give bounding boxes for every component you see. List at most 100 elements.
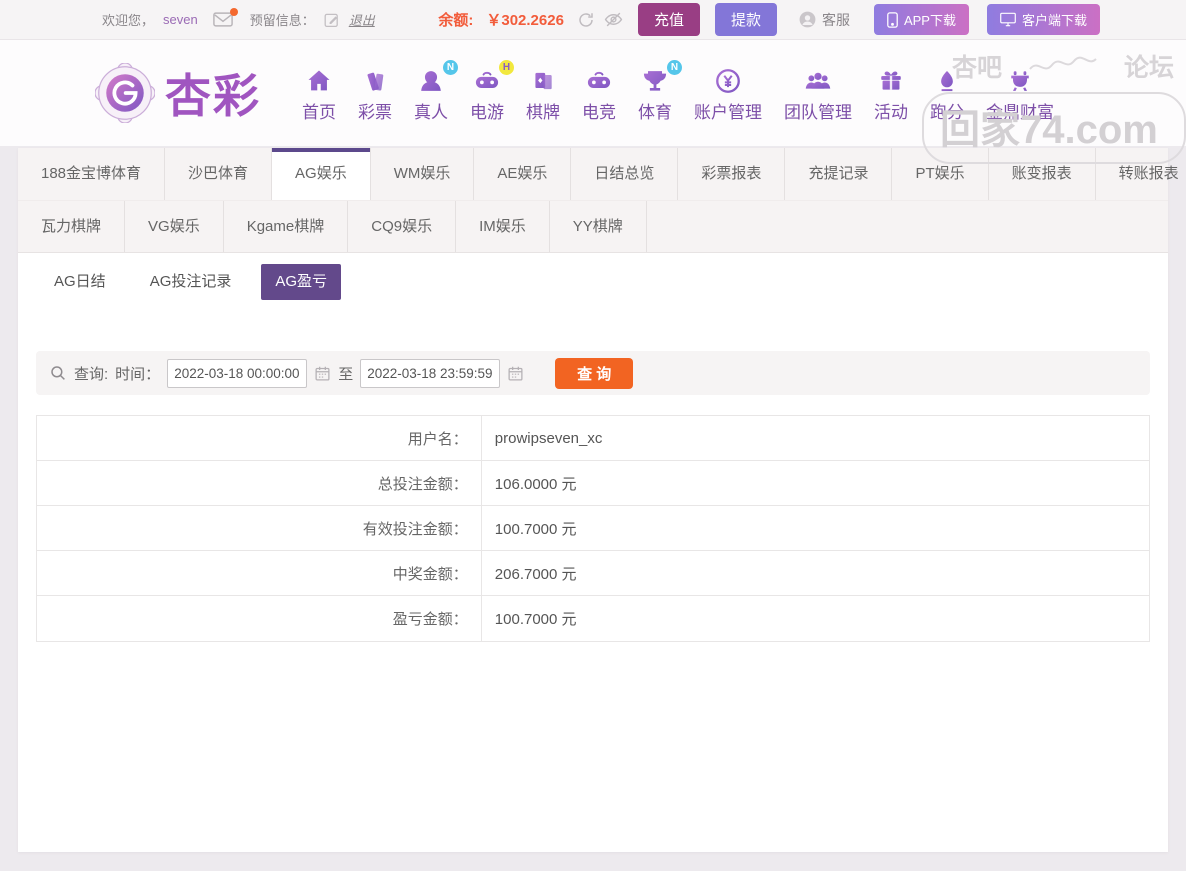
nav-item-promotions[interactable]: 活动	[863, 63, 919, 123]
edit-icon[interactable]	[324, 12, 340, 28]
phone-icon	[887, 11, 898, 28]
logo-text: 杏彩	[165, 70, 261, 122]
table-row-winnings: 中奖金额： 206.7000 元	[37, 551, 1149, 596]
tab-ag-entertainment[interactable]: AG娱乐	[272, 148, 371, 200]
profit-loss-table: 用户名： prowipseven_xc 总投注金额： 106.0000 元 有效…	[36, 415, 1150, 642]
nav-item-lottery[interactable]: 彩票	[347, 63, 403, 123]
tab-wm-entertainment[interactable]: WM娱乐	[371, 148, 475, 200]
tab-kgame-boardgames[interactable]: Kgame棋牌	[224, 201, 349, 252]
row-value: 100.7000 元	[494, 520, 577, 538]
cards-icon	[526, 63, 560, 95]
nav-item-paofen[interactable]: 跑分	[919, 63, 975, 123]
logo-emblem-icon	[95, 63, 155, 123]
nav-item-account-management[interactable]: 账户管理	[683, 63, 773, 123]
to-label: 至	[338, 365, 354, 383]
tab-wali-boardgames[interactable]: 瓦力棋牌	[18, 201, 126, 252]
tab-lottery-report[interactable]: 彩票报表	[678, 148, 786, 200]
ding-vessel-icon	[986, 63, 1054, 95]
table-row-total-bet: 总投注金额： 106.0000 元	[37, 461, 1149, 506]
client-download-button[interactable]: 客户端下载	[986, 4, 1100, 35]
ag-subtabs: AG日结 AG投注记录 AG盈亏	[40, 263, 1168, 301]
client-download-label: 客户端下载	[1021, 13, 1087, 28]
end-calendar-icon[interactable]	[507, 365, 524, 382]
row-label: 用户名：	[37, 416, 482, 460]
query-label: 查询:	[74, 365, 109, 383]
subtab-ag-profit-loss[interactable]: AG盈亏	[261, 264, 342, 300]
nav-item-esports[interactable]: 电竞	[571, 63, 627, 123]
balance-value: ￥302.2626	[486, 12, 564, 29]
site-header: 杏彩 首页 彩票 N 真人 H 电游 棋牌 电竞 N 体育 账户管理 团队管理 …	[0, 40, 1186, 164]
main-nav: 首页 彩票 N 真人 H 电游 棋牌 电竞 N 体育 账户管理 团队管理 活动 …	[291, 60, 1065, 123]
end-time-input[interactable]	[360, 358, 501, 388]
tab-row-2: 瓦力棋牌 VG娱乐 Kgame棋牌 CQ9娱乐 IM娱乐 YY棋牌	[18, 200, 1168, 252]
row-value: prowipseven_xc	[494, 429, 603, 447]
watermark-right-text: 论坛	[1123, 54, 1174, 82]
tab-im-entertainment[interactable]: IM娱乐	[456, 201, 550, 252]
refresh-icon[interactable]	[577, 11, 595, 29]
row-label: 中奖金额：	[37, 551, 482, 595]
nav-item-sports[interactable]: N 体育	[627, 60, 683, 123]
customer-service-button[interactable]: 客服	[798, 10, 850, 30]
recharge-button[interactable]: 充值	[637, 3, 700, 36]
main-panel: 188金宝博体育 沙巴体育 AG娱乐 WM娱乐 AE娱乐 日结总览 彩票报表 充…	[18, 148, 1179, 852]
tab-row-1: 188金宝博体育 沙巴体育 AG娱乐 WM娱乐 AE娱乐 日结总览 彩票报表 充…	[18, 148, 1179, 200]
row-label: 有效投注金额：	[37, 506, 482, 550]
tab-cq9-entertainment[interactable]: CQ9娱乐	[348, 201, 457, 252]
lottery-tickets-icon	[358, 63, 392, 95]
tab-daily-summary[interactable]: 日结总览	[571, 148, 679, 200]
coin-yuan-icon	[694, 63, 762, 95]
logout-link[interactable]: 退出	[349, 10, 375, 29]
table-row-valid-bet: 有效投注金额： 100.7000 元	[37, 506, 1149, 551]
home-icon	[302, 63, 336, 95]
service-label: 客服	[821, 11, 850, 28]
topbar: 欢迎您， seven 预留信息： 退出 余额: ￥302.2626 充值 提款 …	[0, 0, 1186, 40]
tab-vg-entertainment[interactable]: VG娱乐	[125, 201, 224, 252]
tab-188-sports[interactable]: 188金宝博体育	[18, 148, 166, 200]
query-button[interactable]: 查 询	[555, 357, 634, 389]
nav-item-wealth[interactable]: 金鼎财富	[975, 63, 1065, 123]
site-logo[interactable]: 杏彩	[95, 60, 261, 126]
tab-yy-boardgames[interactable]: YY棋牌	[550, 201, 647, 252]
new-badge: N	[443, 60, 458, 75]
row-label: 总投注金额：	[37, 461, 482, 505]
tab-shaba-sports[interactable]: 沙巴体育	[165, 148, 273, 200]
reserved-info-label: 预留信息：	[249, 13, 315, 28]
subtab-ag-bet-records[interactable]: AG投注记录	[136, 264, 246, 300]
nav-item-board-games[interactable]: 棋牌	[515, 63, 571, 123]
username: seven	[163, 12, 198, 27]
app-download-label: APP下载	[903, 13, 956, 28]
tab-ae-entertainment[interactable]: AE娱乐	[474, 148, 572, 200]
nav-item-egames[interactable]: H 电游	[459, 60, 515, 123]
search-icon	[49, 364, 67, 382]
subtab-ag-daily[interactable]: AG日结	[40, 264, 120, 300]
nav-item-home[interactable]: 首页	[291, 63, 347, 123]
flame-icon	[930, 63, 964, 95]
row-value: 100.7000 元	[494, 611, 577, 628]
notification-dot	[229, 8, 238, 16]
tab-pt-entertainment[interactable]: PT娱乐	[892, 148, 989, 200]
search-bar: 查询: 时间： 至 查 询	[36, 351, 1150, 395]
mail-icon[interactable]	[212, 8, 238, 27]
nav-item-live-casino[interactable]: N 真人	[403, 60, 459, 123]
withdraw-button[interactable]: 提款	[714, 3, 777, 36]
gift-icon	[874, 63, 908, 95]
tab-transfer-report[interactable]: 转账报表	[1096, 148, 1186, 200]
new-badge: N	[667, 60, 682, 75]
time-label: 时间：	[115, 365, 161, 383]
nav-item-team-management[interactable]: 团队管理	[773, 63, 863, 123]
hide-balance-icon[interactable]	[604, 10, 623, 29]
row-value: 206.7000 元	[494, 565, 577, 583]
start-time-input[interactable]	[167, 358, 308, 388]
app-download-button[interactable]: APP下载	[873, 4, 969, 35]
table-row-username: 用户名： prowipseven_xc	[37, 416, 1149, 461]
tab-deposit-withdraw-records[interactable]: 充提记录	[785, 148, 893, 200]
start-calendar-icon[interactable]	[314, 365, 331, 382]
balance-label: 余额:	[438, 12, 474, 29]
table-row-profit-loss: 盈亏金额： 100.7000 元	[37, 596, 1149, 641]
service-person-icon	[799, 11, 816, 28]
tab-account-change-report[interactable]: 账变报表	[989, 148, 1096, 200]
monitor-icon	[1000, 12, 1016, 27]
row-label: 盈亏金额：	[37, 596, 482, 641]
team-people-icon	[784, 63, 852, 95]
hot-badge: H	[499, 60, 514, 75]
